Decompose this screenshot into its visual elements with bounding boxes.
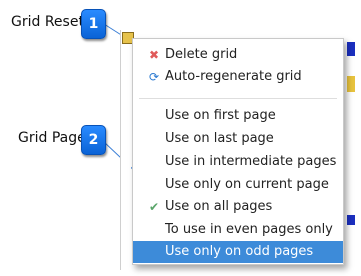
page-content-fragment [347, 76, 355, 92]
menu-item-use-in-even-pages-only[interactable]: To use in even pages only [133, 219, 343, 241]
menu-item-label: Delete grid [165, 47, 238, 62]
callout-label-grid-reset: Grid Reset [11, 14, 84, 30]
menu-item-use-on-all-pages[interactable]: ✔ Use on all pages [133, 196, 343, 218]
menu-item-use-on-first-page[interactable]: Use on first page [133, 105, 343, 127]
menu-item-use-only-on-current-page[interactable]: Use only on current page [133, 174, 343, 196]
menu-separator [139, 98, 337, 99]
menu-item-label: Use only on current page [165, 177, 329, 192]
menu-item-use-only-on-odd-pages[interactable]: Use only on odd pages [133, 241, 343, 263]
menu-item-delete-grid[interactable]: ✖ Delete grid [133, 44, 343, 66]
menu-item-label: Use on last page [165, 131, 274, 146]
page-content-fragment [347, 42, 355, 56]
page-content-fragment [347, 215, 355, 225]
callout-badge-1: 1 [81, 9, 106, 39]
callout-label-grid-page: Grid Page [18, 130, 86, 146]
menu-item-label: Use on first page [165, 108, 276, 123]
menu-item-label: To use in even pages only [165, 222, 333, 237]
delete-icon: ✖ [148, 48, 160, 62]
regenerate-icon: ⟳ [148, 70, 160, 84]
menu-item-use-in-intermediate-pages[interactable]: Use in intermediate pages [133, 151, 343, 173]
callout-badge-2: 2 [81, 125, 106, 155]
menu-item-auto-regenerate-grid[interactable]: ⟳ Auto-regenerate grid [133, 66, 343, 88]
checkmark-icon: ✔ [148, 200, 160, 214]
menu-item-label: Auto-regenerate grid [165, 69, 302, 84]
grid-context-menu: ✖ Delete grid ⟳ Auto-regenerate grid Use… [132, 38, 344, 265]
menu-item-label: Use in intermediate pages [165, 154, 337, 169]
menu-item-use-on-last-page[interactable]: Use on last page [133, 128, 343, 150]
menu-item-label: Use on all pages [165, 199, 273, 214]
page-canvas-edge [120, 30, 131, 270]
menu-item-label: Use only on odd pages [165, 244, 314, 259]
